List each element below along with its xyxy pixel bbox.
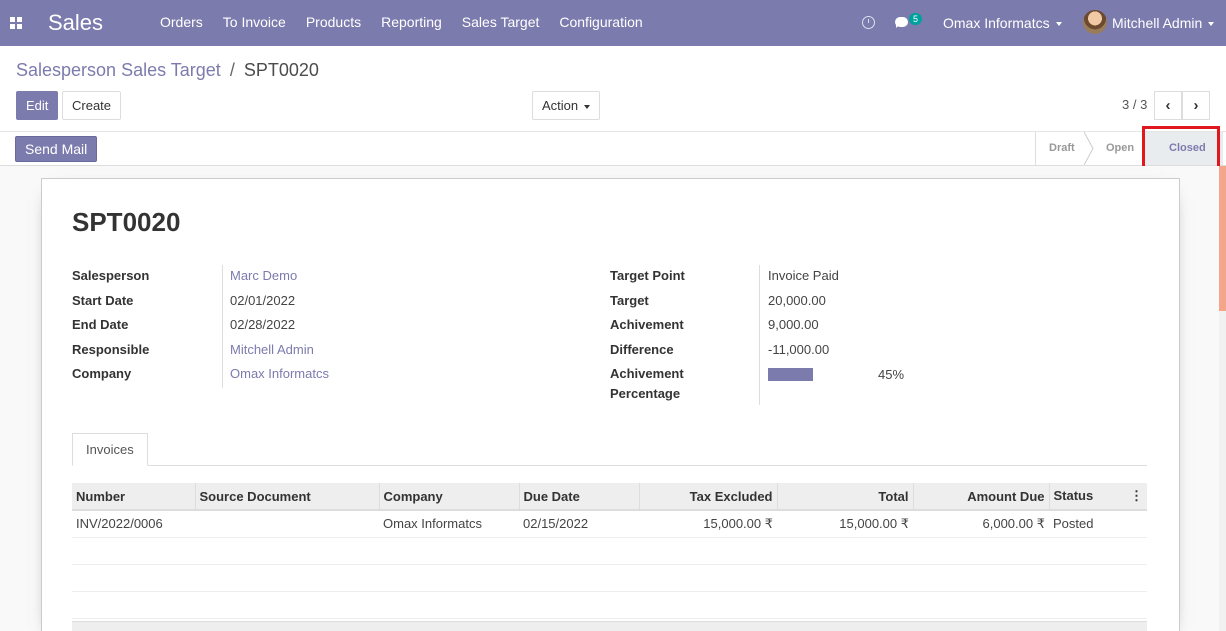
stage-draft[interactable]: Draft — [1036, 132, 1088, 165]
achivement-progress-bar — [768, 368, 868, 381]
chevron-down-icon — [584, 104, 591, 109]
column-number[interactable]: Number — [72, 483, 196, 511]
invoices-table: Number Source Document Company Due Date … — [72, 483, 1147, 619]
table-row-empty — [72, 564, 1147, 592]
column-company[interactable]: Company — [379, 483, 520, 511]
apps-menu-icon[interactable] — [10, 17, 22, 29]
chevron-left-icon: ‹ — [1165, 97, 1171, 114]
cell-tax-excluded: 15,000.00 ₹ — [639, 510, 777, 538]
record-title: SPT0020 — [72, 207, 181, 237]
column-due-date[interactable]: Due Date — [519, 483, 640, 511]
top-navbar: Sales Orders To Invoice Products Reporti… — [0, 0, 1226, 46]
breadcrumb-separator: / — [229, 60, 235, 80]
pager-value[interactable]: 3 / 3 — [1122, 97, 1147, 112]
cell-status: Posted — [1049, 510, 1147, 538]
action-label: Action — [542, 98, 579, 113]
stage-open[interactable]: Open — [1088, 132, 1144, 165]
salesperson-label: Salesperson — [72, 268, 150, 283]
table-row[interactable]: INV/2022/0006 Omax Informatcs 02/15/2022… — [72, 510, 1147, 538]
chevron-down-icon — [1208, 22, 1215, 27]
activity-clock-icon[interactable] — [862, 16, 875, 29]
target-value: 20,000.00 — [768, 293, 826, 308]
optional-columns-icon[interactable]: ⋮ — [1130, 488, 1143, 504]
salesperson-value[interactable]: Marc Demo — [230, 268, 297, 283]
field-divider — [759, 265, 760, 405]
responsible-value[interactable]: Mitchell Admin — [230, 342, 314, 357]
tabs-divider — [72, 465, 1147, 466]
column-total[interactable]: Total — [777, 483, 914, 511]
achivement-percentage-label-line1: Achivement — [610, 366, 684, 381]
company-label: Company — [72, 366, 132, 381]
chevron-right-icon: › — [1193, 97, 1199, 114]
action-dropdown[interactable]: Action — [532, 91, 601, 120]
cell-amount-due: 6,000.00 ₹ — [913, 510, 1049, 538]
table-row-empty — [72, 591, 1147, 619]
table-header-row: Number Source Document Company Due Date … — [72, 483, 1147, 511]
main-menu: Orders To Invoice Products Reporting Sal… — [160, 14, 663, 30]
difference-label: Difference — [610, 342, 674, 357]
column-status[interactable]: Status ⋮ — [1049, 483, 1147, 511]
menu-reporting[interactable]: Reporting — [381, 14, 442, 30]
cell-company: Omax Informatcs — [379, 510, 519, 538]
menu-products[interactable]: Products — [306, 14, 361, 30]
column-amount-due[interactable]: Amount Due — [913, 483, 1050, 511]
target-point-value: Invoice Paid — [768, 268, 839, 283]
chevron-down-icon — [1055, 22, 1062, 27]
company-value[interactable]: Omax Informatcs — [230, 366, 329, 381]
column-status-label: Status — [1053, 488, 1094, 503]
send-mail-button[interactable]: Send Mail — [15, 136, 98, 162]
cell-due-date: 02/15/2022 — [519, 510, 639, 538]
message-count-badge: 5 — [909, 13, 922, 25]
target-point-label: Target Point — [610, 268, 685, 283]
responsible-label: Responsible — [72, 342, 150, 357]
field-divider — [222, 265, 223, 388]
breadcrumb: Salesperson Sales Target / SPT0020 — [16, 60, 319, 81]
achivement-value: 9,000.00 — [768, 317, 819, 332]
create-button[interactable]: Create — [62, 91, 122, 120]
achivement-label: Achivement — [610, 317, 684, 332]
menu-orders[interactable]: Orders — [160, 14, 203, 30]
progress-fill — [768, 368, 813, 381]
cell-source-document — [195, 510, 379, 538]
start-date-label: Start Date — [72, 293, 134, 308]
menu-configuration[interactable]: Configuration — [559, 14, 642, 30]
pager-previous-button[interactable]: ‹ — [1154, 91, 1182, 120]
menu-to-invoice[interactable]: To Invoice — [223, 14, 286, 30]
table-footer — [72, 621, 1147, 631]
edit-button[interactable]: Edit — [16, 91, 59, 120]
cell-total: 15,000.00 ₹ — [777, 510, 913, 538]
avatar[interactable] — [1083, 10, 1107, 34]
user-menu[interactable]: Mitchell Admin — [1112, 15, 1215, 31]
table-row-empty — [72, 537, 1147, 565]
company-switcher[interactable]: Omax Informatcs — [943, 15, 1062, 31]
company-name: Omax Informatcs — [943, 15, 1050, 31]
column-source-document[interactable]: Source Document — [195, 483, 380, 511]
app-name[interactable]: Sales — [48, 10, 103, 36]
achivement-percentage-label-line2: Percentage — [610, 386, 681, 401]
menu-sales-target[interactable]: Sales Target — [462, 14, 540, 30]
messaging-icon[interactable] — [895, 17, 908, 28]
tab-invoices[interactable]: Invoices — [72, 433, 148, 466]
breadcrumb-current: SPT0020 — [243, 60, 319, 80]
column-tax-excluded[interactable]: Tax Excluded — [639, 483, 778, 511]
end-date-label: End Date — [72, 317, 129, 332]
pager-next-button[interactable]: › — [1182, 91, 1210, 120]
user-name: Mitchell Admin — [1112, 15, 1203, 31]
cell-number: INV/2022/0006 — [72, 510, 195, 538]
end-date-value: 02/28/2022 — [230, 317, 296, 332]
breadcrumb-parent[interactable]: Salesperson Sales Target — [16, 60, 221, 80]
scrollbar-thumb[interactable] — [1219, 166, 1226, 311]
start-date-value: 02/01/2022 — [230, 293, 296, 308]
difference-value: -11,000.00 — [768, 342, 830, 357]
achivement-percentage-value: 45% — [878, 367, 905, 382]
target-label: Target — [610, 293, 649, 308]
